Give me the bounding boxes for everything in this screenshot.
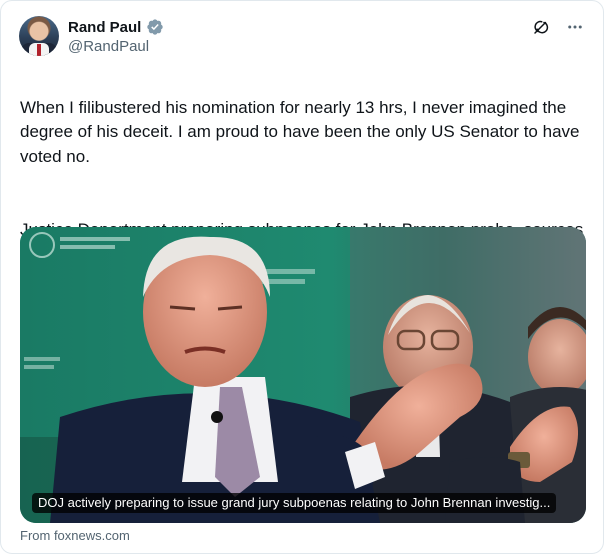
author-name-row[interactable]: Rand Paul — [68, 18, 164, 36]
link-card-source[interactable]: From foxnews.com — [20, 528, 130, 543]
avatar-tie — [37, 44, 41, 56]
verified-badge-icon — [147, 19, 164, 35]
more-icon[interactable] — [565, 17, 585, 37]
avatar[interactable] — [19, 16, 59, 56]
author-handle[interactable]: @RandPaul — [68, 38, 149, 55]
tweet-actions-top — [531, 17, 585, 37]
tweet-paragraph-1: When I filibustered his nomination for n… — [20, 97, 580, 166]
link-card-headline[interactable]: DOJ actively preparing to issue grand ju… — [32, 493, 557, 513]
grok-icon[interactable] — [531, 17, 551, 37]
author-display-name[interactable]: Rand Paul — [68, 19, 141, 36]
link-card-image — [20, 227, 586, 523]
link-card[interactable]: DOJ actively preparing to issue grand ju… — [20, 227, 586, 523]
tweet-card[interactable]: Rand Paul @RandPaul When I filibustered … — [0, 0, 604, 554]
